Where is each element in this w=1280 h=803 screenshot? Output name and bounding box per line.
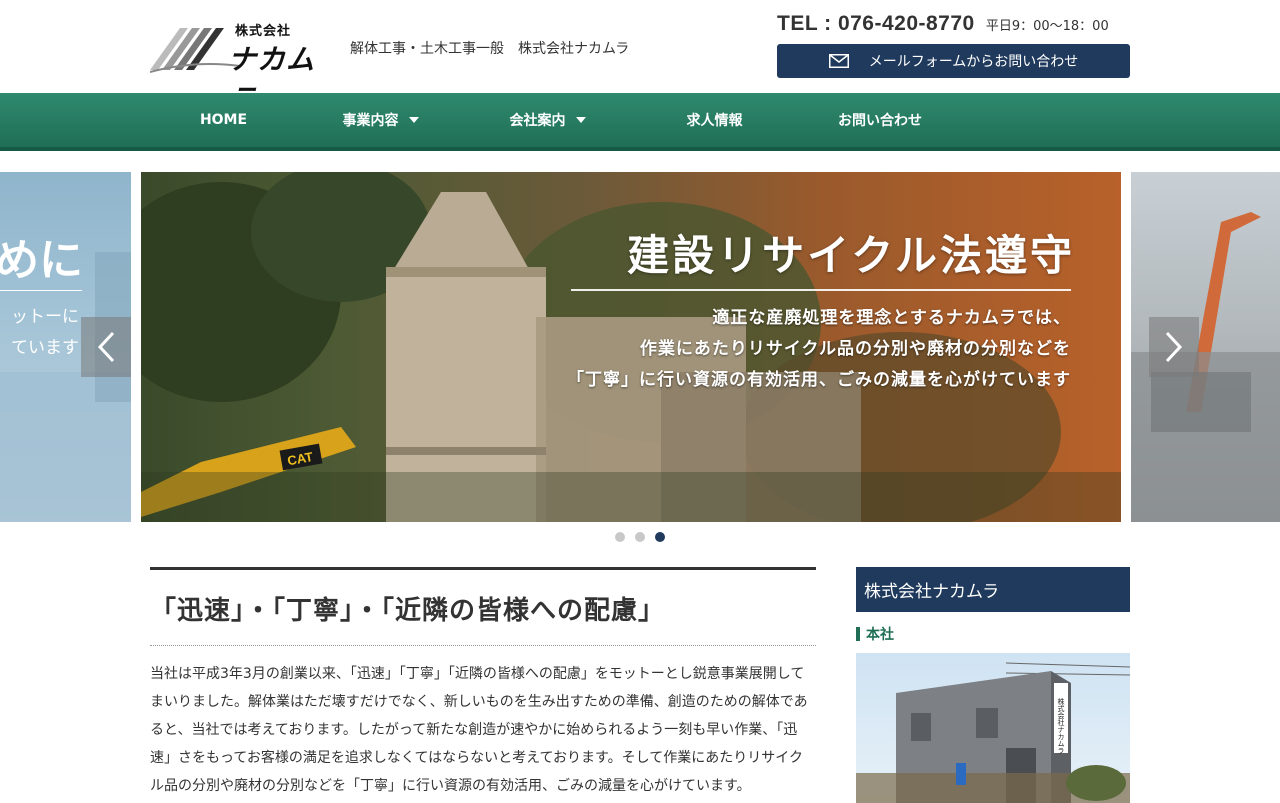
sidebar-heading: 株式会社ナカムラ	[856, 567, 1130, 612]
page-heading: 「迅速」・「丁寧」・「近隣の皆様への配慮」	[150, 596, 666, 626]
nav-item-label: HOME	[199, 112, 248, 128]
nav-item-recruit[interactable]: 求人情報	[631, 93, 798, 147]
sidebar: 株式会社ナカムラ 本社 株式会社ナカムラ	[856, 567, 1130, 803]
nav-item-contact[interactable]: お問い合わせ	[798, 93, 962, 147]
slider-dot-2[interactable]	[635, 532, 645, 542]
site-tagline: 解体工事・土木工事一般 株式会社ナカムラ	[350, 41, 630, 57]
logo-small-text: 株式会社	[235, 24, 292, 39]
slider-dot-1[interactable]	[615, 532, 625, 542]
slider-dot-3[interactable]	[655, 532, 665, 542]
caret-down-icon	[575, 117, 586, 123]
slide-current-rule	[571, 289, 1071, 291]
slide-current[interactable]: CAT 建設リサイクル法遵守 適正な産廃処理を理念とするナカムラでは、 作業にあ…	[141, 172, 1121, 522]
heading-divider	[150, 645, 816, 646]
contact-phone: TEL : 076-420-8770 平日9：00〜18：00	[777, 12, 1137, 42]
headquarters-building-image: 株式会社ナカムラ	[856, 662, 1130, 803]
intro-paragraph: 当社は平成3年3月の創業以来、「迅速」「丁寧」「近隣の皆様への配慮」をモットーと…	[150, 666, 808, 794]
slide-current-line3: 「丁寧」に行い資源の有効活用、ごみの減量を心がけています	[567, 370, 1071, 390]
company-logo[interactable]: 株式会社 ナカムラ	[150, 8, 335, 116]
headquarters-photo[interactable]: 株式会社ナカムラ	[856, 653, 1130, 803]
subheading-marker	[856, 627, 860, 641]
building-sign-text: 株式会社ナカムラ	[1057, 697, 1065, 754]
main-nav: HOME 事業内容 会社案内 求人情報 お問い合わせ	[0, 93, 1280, 151]
main-content: 「迅速」・「丁寧」・「近隣の皆様への配慮」 当社は平成3年3月の創業以来、「迅速…	[150, 567, 816, 800]
nav-item-label: お問い合わせ	[838, 113, 922, 129]
sidebar-subheading-label: 本社	[866, 627, 894, 643]
slide-current-line1: 適正な産廃処理を理念とするナカムラでは、	[712, 308, 1071, 328]
site-header: 株式会社 ナカムラ 解体工事・土木工事一般 株式会社ナカムラ TEL : 076…	[0, 0, 1280, 116]
chevron-right-icon	[1165, 331, 1183, 363]
slide-previous-rule	[0, 290, 82, 291]
nav-item-services[interactable]: 事業内容	[297, 93, 464, 147]
slider-pagination	[615, 532, 675, 542]
slider-prev-button[interactable]	[81, 317, 131, 377]
mail-contact-label: メールフォームからお問い合わせ	[868, 54, 1079, 70]
caret-down-icon	[408, 117, 419, 123]
nav-item-company[interactable]: 会社案内	[464, 93, 631, 147]
slide-previous-line2: ています	[11, 338, 79, 358]
phone-number[interactable]: TEL : 076-420-8770	[777, 12, 975, 35]
chevron-left-icon	[97, 331, 115, 363]
nav-item-label: 求人情報	[686, 113, 743, 129]
nav-item-label: 会社案内	[509, 113, 566, 129]
hero-slider: めに ットーに ています CAT 建設リサイクル法遵守 適正な産廃処理を理念とす…	[0, 172, 1280, 522]
slide-current-title: 建設リサイクル法遵守	[627, 231, 1075, 280]
slider-next-button[interactable]	[1149, 317, 1199, 377]
nav-item-label: 事業内容	[342, 113, 399, 129]
sidebar-subheading: 本社	[856, 624, 1130, 644]
nav-item-home[interactable]: HOME	[150, 93, 297, 147]
slide-current-line2: 作業にあたりリサイクル品の分別や廃材の分別などを	[639, 339, 1071, 359]
slide-previous-line1: ットーに	[11, 307, 79, 327]
business-hours: 平日9：00〜18：00	[985, 19, 1109, 34]
content-top-border	[150, 567, 816, 570]
slide-previous-title: めに	[0, 235, 83, 286]
mail-contact-button[interactable]: メールフォームからお問い合わせ	[777, 44, 1130, 78]
mail-icon	[828, 54, 849, 68]
logo-swoosh-icon	[150, 28, 240, 73]
